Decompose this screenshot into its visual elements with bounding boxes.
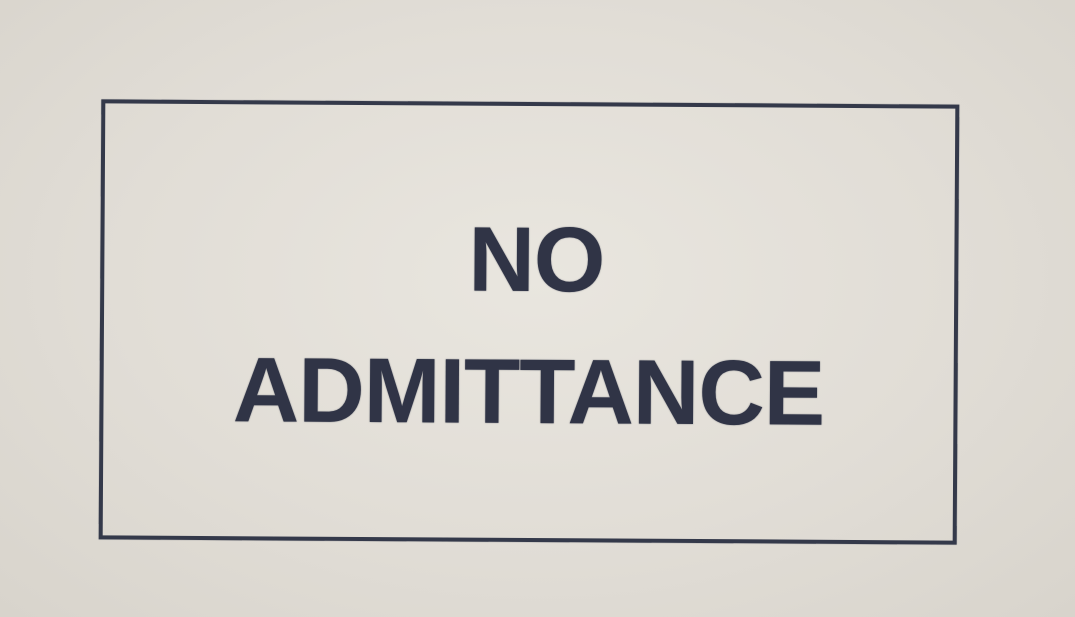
sign-text-line-1: NO bbox=[468, 208, 605, 312]
sign-text-line-2: ADMITTANCE bbox=[232, 339, 825, 445]
sign-border-frame: NO ADMITTANCE bbox=[98, 99, 960, 545]
